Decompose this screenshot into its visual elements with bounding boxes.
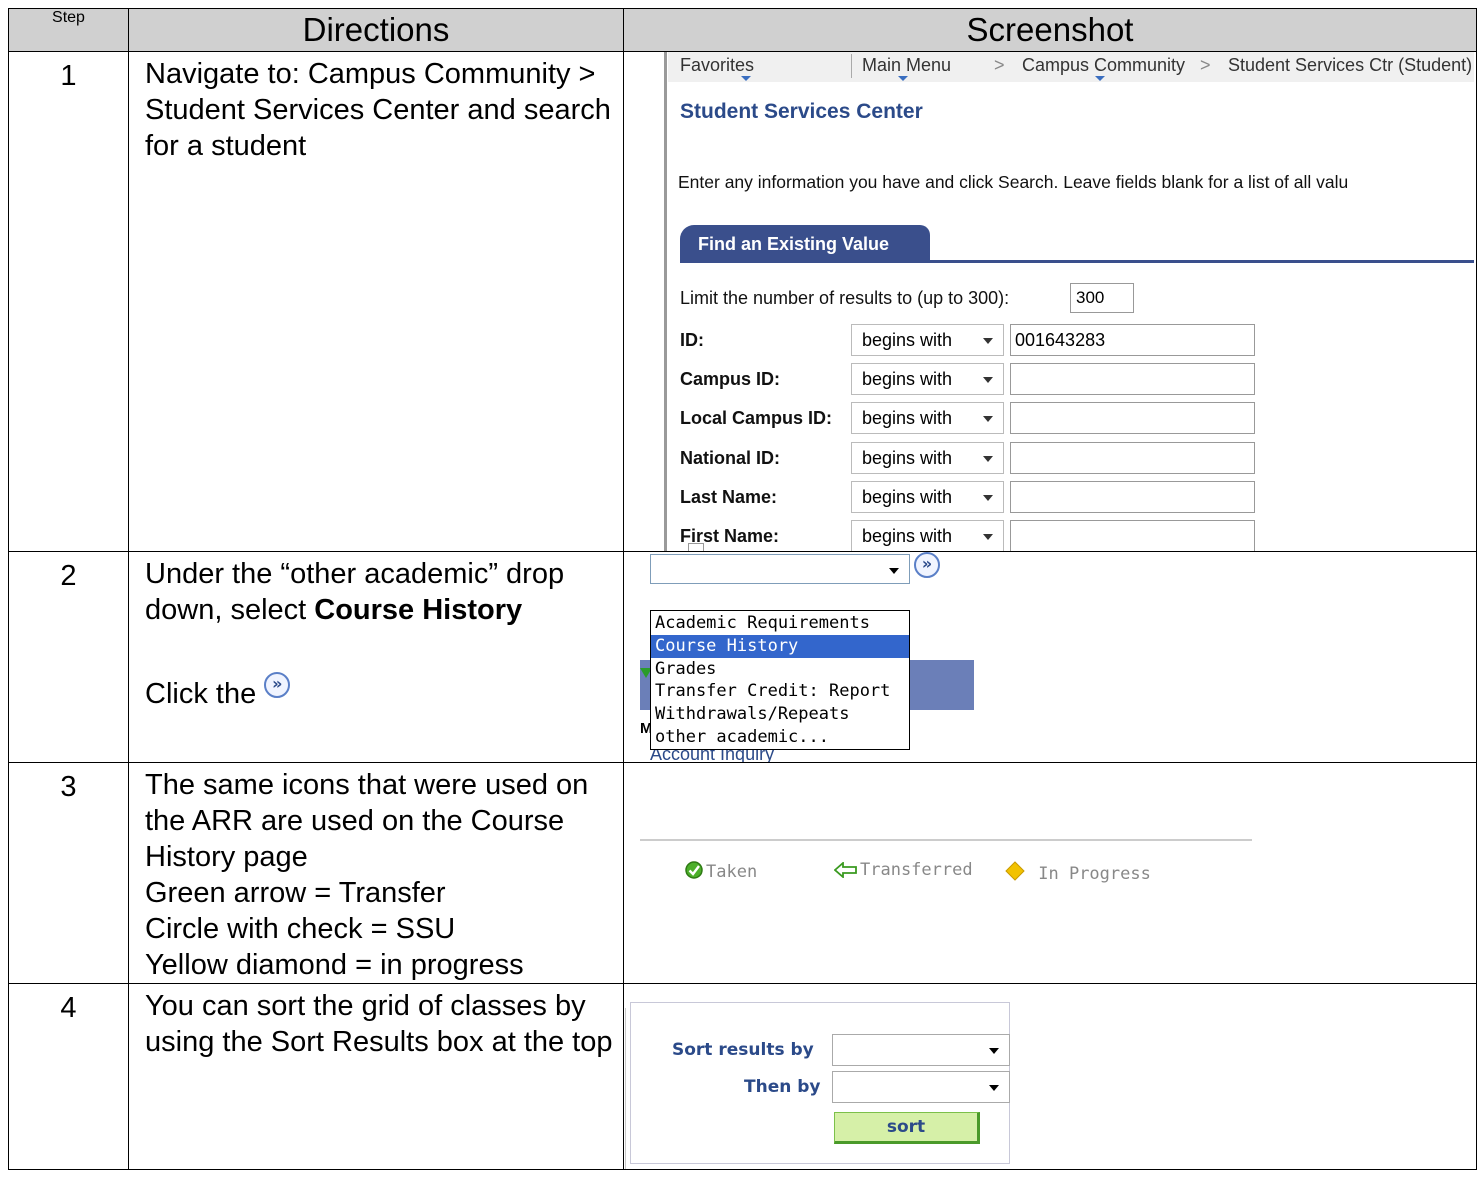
nav-student-services-ctr[interactable]: Student Services Ctr (Student) [1228, 53, 1472, 79]
national-id-label: National ID: [680, 448, 781, 468]
sort-button[interactable]: sort [834, 1112, 980, 1144]
dropdown-options-list: Academic Requirements Course History Gra… [650, 610, 910, 750]
then-by-label: Then by [744, 1077, 821, 1097]
sort-results-label: Sort results by [672, 1040, 814, 1060]
local-campus-id-input[interactable] [1010, 402, 1255, 434]
left-divider [664, 52, 667, 551]
chevron-down-icon [989, 1048, 999, 1054]
directions-1: Navigate to: Campus Community > Student … [128, 51, 624, 552]
last-name-input[interactable] [1010, 481, 1255, 513]
course-history-emphasis: Course History [314, 594, 523, 626]
campus-id-operator-select[interactable]: begins with [851, 363, 1004, 395]
chevron-down-icon [889, 568, 899, 574]
sort-results-box: Sort results by Then by sort [625, 985, 1475, 1169]
header-directions: Directions [128, 8, 624, 52]
id-operator-select[interactable]: begins with [851, 324, 1004, 356]
sort-results-select[interactable] [832, 1034, 1010, 1066]
step-number-1: 1 [8, 51, 129, 552]
header-screenshot: Screenshot [623, 8, 1477, 52]
limit-label: Limit the number of results to (up to 30… [680, 288, 1010, 308]
yellow-diamond-icon [1005, 861, 1025, 881]
instructions-text: Enter any information you have and click… [678, 172, 1349, 192]
nav-separator: > [994, 55, 1005, 75]
header-step: Step [8, 8, 129, 52]
national-id-operator-select[interactable]: begins with [851, 442, 1004, 474]
option-course-history[interactable]: Course History [651, 634, 909, 658]
circle-check-icon [685, 861, 703, 879]
directions-3: The same icons that were used on the ARR… [128, 762, 624, 984]
click-the-text: Click the [145, 678, 265, 710]
directions-3-line: Yellow diamond = in progress [145, 949, 524, 981]
local-campus-id-operator-select[interactable]: begins with [851, 402, 1004, 434]
student-services-search: Favorites Main Menu > Campus Community >… [625, 52, 1474, 551]
then-by-select[interactable] [832, 1071, 1010, 1103]
campus-id-input[interactable] [1010, 363, 1255, 395]
nav-separator: > [1200, 55, 1211, 75]
screenshot-2: » M Account Inquiry Academic Requirement… [623, 551, 1477, 763]
chevron-down-icon [983, 456, 993, 462]
course-history-legend: Taken Transferred In Progress [625, 764, 1475, 983]
legend-in-progress: In Progress [1004, 860, 1151, 884]
directions-3-line: The same icons that were used on the ARR… [145, 769, 589, 873]
first-name-operator-select[interactable]: begins with [851, 520, 1004, 551]
id-label: ID: [680, 330, 704, 350]
chevron-down-icon [983, 534, 993, 540]
chevron-down-icon [983, 377, 993, 383]
option-withdrawals-repeats[interactable]: Withdrawals/Repeats [651, 703, 909, 726]
legend-transferred: Transferred [834, 860, 973, 880]
id-input[interactable]: 001643283 [1010, 324, 1255, 356]
option-academic-requirements[interactable]: Academic Requirements [651, 612, 909, 635]
option-grades[interactable]: Grades [651, 658, 909, 681]
nav-favorites[interactable]: Favorites [680, 53, 754, 79]
checkbox[interactable] [688, 543, 704, 551]
chevron-down-icon [989, 1085, 999, 1091]
national-id-input[interactable] [1010, 442, 1255, 474]
directions-3-line: Circle with check = SSU [145, 913, 456, 945]
breadcrumb: Favorites Main Menu > Campus Community >… [668, 52, 1474, 82]
go-arrow-icon: » [264, 672, 291, 698]
screenshot-3: Taken Transferred In Progress [623, 762, 1477, 984]
nav-main-menu[interactable]: Main Menu [862, 53, 951, 79]
directions-4: You can sort the grid of classes by usin… [128, 983, 624, 1170]
other-academic-dropdown-example: » M Account Inquiry Academic Requirement… [625, 552, 1475, 762]
step-number-2: 2 [8, 551, 129, 763]
directions-3-line: Green arrow = Transfer [145, 877, 446, 909]
screenshot-1: Favorites Main Menu > Campus Community >… [623, 51, 1477, 552]
limit-input[interactable]: 300 [1070, 283, 1134, 313]
directions-2: Under the “other academic” drop down, se… [128, 551, 624, 763]
page-title: Student Services Center [680, 100, 923, 123]
green-arrow-icon [834, 862, 857, 878]
option-other-academic[interactable]: other academic... [651, 726, 909, 749]
campus-id-label: Campus ID: [680, 369, 781, 389]
nav-campus-community[interactable]: Campus Community [1022, 53, 1185, 79]
tab-find-existing-value[interactable]: Find an Existing Value [680, 225, 930, 263]
local-campus-id-label: Local Campus ID: [680, 408, 833, 428]
screenshot-4: Sort results by Then by sort [623, 983, 1477, 1170]
chevron-down-icon [983, 416, 993, 422]
other-academic-select[interactable] [650, 554, 910, 584]
first-name-input[interactable] [1010, 520, 1255, 551]
legend-taken: Taken [684, 860, 757, 882]
chevron-down-icon [983, 495, 993, 501]
step-number-4: 4 [8, 983, 129, 1170]
go-button[interactable]: » [914, 552, 940, 578]
option-transfer-credit-report[interactable]: Transfer Credit: Report [651, 680, 909, 703]
last-name-operator-select[interactable]: begins with [851, 481, 1004, 513]
instructions-table: Step Directions Screenshot 1 Navigate to… [8, 8, 1477, 1170]
step-number-3: 3 [8, 762, 129, 984]
chevron-down-icon [983, 338, 993, 344]
last-name-label: Last Name: [680, 487, 778, 507]
